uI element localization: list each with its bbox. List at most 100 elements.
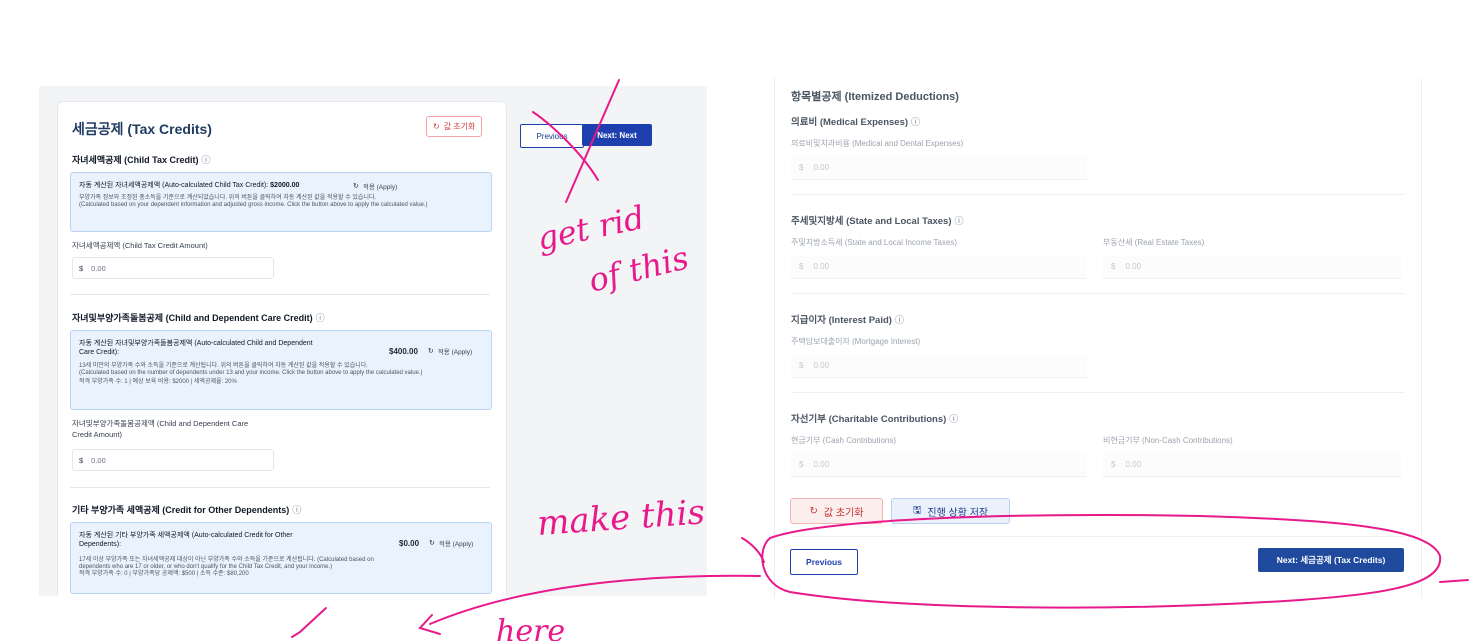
- info-icon[interactable]: ⓘ: [316, 313, 325, 323]
- input-value: 0.00: [1125, 262, 1142, 271]
- refresh-icon: ↻: [427, 348, 434, 355]
- apply-button[interactable]: $400.00 ↻ 적용 (Apply): [389, 346, 472, 357]
- divider: [791, 194, 1405, 195]
- refresh-icon: ↻: [809, 505, 818, 517]
- divider: [791, 293, 1405, 294]
- divider: [70, 487, 490, 488]
- left-screenshot-pane: 세금공제 (Tax Credits) ↻ 값 초기화 자녀세액공제 (Child…: [39, 86, 707, 596]
- input-value: 0.00: [1125, 460, 1142, 469]
- auto-calc-box-child: 자동 계산된 자녀세액공제액 (Auto-calculated Child Ta…: [70, 172, 492, 232]
- divider: [791, 392, 1405, 393]
- currency-symbol: $: [799, 262, 804, 271]
- desc-line2: dependents who are 17 or older, or who d…: [79, 564, 333, 570]
- subsection-charity: 자선기부 (Charitable Contributions) ⓘ: [791, 411, 958, 425]
- input-value: 0.00: [813, 460, 830, 469]
- noncash-contributions-input[interactable]: $0.00: [1103, 453, 1401, 477]
- auto-calc-box-dependent-care: 자동 계산된 자녀및부양가족돌봄공제액 (Auto-calculated Chi…: [70, 330, 492, 410]
- field-label-medical: 의료비및치과비용 (Medical and Dental Expenses): [791, 139, 964, 148]
- previous-button[interactable]: Previous: [790, 549, 858, 575]
- save-icon: 🖫: [912, 504, 922, 516]
- section-title-child-tax-credit: 자녀세액공제 (Child Tax Credit) ⓘ: [72, 153, 211, 166]
- calc-label: 자동 계산된 기타 부양가족 세액공제액 (Auto-calculated Cr…: [79, 531, 293, 549]
- calc-description: 17세 이상 부양가족 또는 자녀세액공제 대상이 아닌 부양가족 수와 소득을…: [79, 557, 483, 578]
- desc-ko: 13세 미만의 부양가족 수와 소득을 기준으로 계산됩니다. 위의 버튼을 클…: [79, 363, 368, 369]
- calc-label: 자동 계산된 자녀및부양가족돌봄공제액 (Auto-calculated Chi…: [79, 339, 313, 357]
- auto-calc-box-other-dependents: 자동 계산된 기타 부양가족 세액공제액 (Auto-calculated Cr…: [70, 522, 492, 594]
- next-button[interactable]: Next: Next: [582, 124, 652, 146]
- save-label: 진행 상황 저장: [927, 507, 989, 519]
- field-label-line1: 자녀및부양가족돌봄공제액 (Child and Dependent Care: [72, 419, 249, 428]
- desc-en: (Calculated based on your dependent info…: [79, 202, 428, 208]
- field-label-noncash: 비현금기부 (Non-Cash Contributions): [1103, 436, 1233, 445]
- field-label-dependent-care: 자녀및부양가족돌봄공제액 (Child and Dependent Care C…: [72, 418, 248, 440]
- info-icon[interactable]: ⓘ: [292, 505, 301, 515]
- section-title-other-dependents: 기타 부양가족 세액공제 (Credit for Other Dependent…: [72, 503, 301, 516]
- calc-label: 자동 계산된 자녀세액공제액 (Auto-calculated Child Ta…: [79, 181, 299, 190]
- desc-line1: 17세 이상 부양가족 또는 자녀세액공제 대상이 아닌 부양가족 수와 소득을…: [79, 557, 374, 563]
- info-icon[interactable]: ⓘ: [202, 155, 211, 165]
- save-progress-button[interactable]: 🖫 진행 상황 저장: [891, 498, 1010, 524]
- subsection-label: 의료비 (Medical Expenses): [791, 117, 909, 128]
- reset-label: 값 초기화: [443, 122, 476, 131]
- calc-meta: 적격 부양가족 수: 0 | 부양가족당 공제액: $500 | 소득 수준: …: [79, 571, 249, 577]
- info-icon[interactable]: ⓘ: [895, 315, 904, 325]
- field-label-line2: Credit Amount): [72, 430, 123, 439]
- medical-expenses-input[interactable]: $0.00: [791, 156, 1087, 180]
- cash-contributions-input[interactable]: $0.00: [791, 453, 1087, 477]
- section-label: 자녀및부양가족돌봄공제 (Child and Dependent Care Cr…: [72, 313, 313, 323]
- apply-label: 적용 (Apply): [362, 184, 398, 191]
- section-title-itemized: 항목별공제 (Itemized Deductions): [791, 91, 959, 103]
- field-label-real-estate: 부동산세 (Real Estate Taxes): [1103, 238, 1205, 247]
- info-icon[interactable]: ⓘ: [911, 117, 920, 127]
- mortgage-interest-input[interactable]: $0.00: [791, 354, 1087, 378]
- subsection-medical: 의료비 (Medical Expenses) ⓘ: [791, 114, 920, 128]
- subsection-label: 주세및지방세 (State and Local Taxes): [791, 216, 952, 227]
- divider: [70, 294, 490, 295]
- circle-mark: [1439, 579, 1469, 583]
- field-label-state-income: 주및지방소득세 (State and Local Income Taxes): [791, 238, 958, 247]
- apply-label: 적용 (Apply): [438, 541, 474, 548]
- info-icon[interactable]: ⓘ: [955, 216, 964, 226]
- state-income-tax-input[interactable]: $0.00: [791, 255, 1087, 279]
- next-button[interactable]: Next: 세금공제 (Tax Credits): [1258, 548, 1404, 572]
- currency-symbol: $: [79, 455, 84, 465]
- reset-values-button[interactable]: ↻ 값 초기화: [426, 116, 483, 137]
- input-value: 0.00: [91, 263, 106, 273]
- section-title-dependent-care: 자녀및부양가족돌봄공제 (Child and Dependent Care Cr…: [72, 311, 325, 324]
- arrow-head: [418, 614, 441, 635]
- calc-meta: 적격 부양가족 수: 1 | 예상 보육 비용: $2000 | 세액공제율: …: [79, 379, 237, 385]
- calc-description: 부양가족 정보와 조정된 총소득을 기준으로 계산되었습니다. 위의 버튼을 클…: [79, 195, 483, 209]
- real-estate-tax-input[interactable]: $0.00: [1103, 255, 1401, 279]
- calc-label-line1: 자동 계산된 기타 부양가족 세액공제액 (Auto-calculated Cr…: [79, 532, 293, 539]
- currency-symbol: $: [1111, 460, 1116, 469]
- child-tax-credit-input[interactable]: $ 0.00: [72, 257, 274, 279]
- input-value: 0.00: [813, 163, 830, 172]
- desc-ko: 부양가족 정보와 조정된 총소득을 기준으로 계산되었습니다. 위의 버튼을 클…: [79, 195, 377, 201]
- section-label: 기타 부양가족 세액공제 (Credit for Other Dependent…: [72, 505, 290, 515]
- field-label-mortgage: 주택담보대출이자 (Mortgage Interest): [791, 337, 921, 346]
- refresh-icon: ↻: [429, 540, 435, 547]
- info-icon[interactable]: ⓘ: [949, 414, 958, 424]
- subsection-label: 지급이자 (Interest Paid): [791, 315, 892, 326]
- field-label-cash: 현금기부 (Cash Contributions): [791, 436, 897, 445]
- currency-symbol: $: [799, 163, 804, 172]
- input-value: 0.00: [813, 361, 830, 370]
- subsection-label: 자선기부 (Charitable Contributions): [791, 414, 947, 425]
- currency-symbol: $: [799, 361, 804, 370]
- previous-button[interactable]: Previous: [520, 124, 584, 148]
- currency-symbol: $: [79, 263, 84, 273]
- calc-value: $400.00: [389, 346, 418, 356]
- input-value: 0.00: [813, 262, 830, 271]
- note-here: here: [496, 614, 565, 641]
- calc-value: $0.00: [399, 538, 420, 548]
- calc-value: $2000.00: [270, 182, 300, 189]
- calc-description: 13세 미만의 부양가족 수와 소득을 기준으로 계산됩니다. 위의 버튼을 클…: [79, 363, 483, 386]
- apply-button[interactable]: ↻ 적용 (Apply): [353, 181, 397, 191]
- field-label-child-tax-credit: 자녀세액공제액 (Child Tax Credit Amount): [72, 241, 208, 250]
- input-value: 0.00: [91, 455, 106, 465]
- dependent-care-input[interactable]: $ 0.00: [72, 449, 274, 471]
- subsection-state-local: 주세및지방세 (State and Local Taxes) ⓘ: [791, 213, 964, 227]
- apply-button[interactable]: $0.00 ↻ 적용 (Apply): [399, 538, 474, 549]
- refresh-icon: ↻: [353, 183, 359, 190]
- reset-values-button[interactable]: ↻ 값 초기화: [790, 498, 883, 524]
